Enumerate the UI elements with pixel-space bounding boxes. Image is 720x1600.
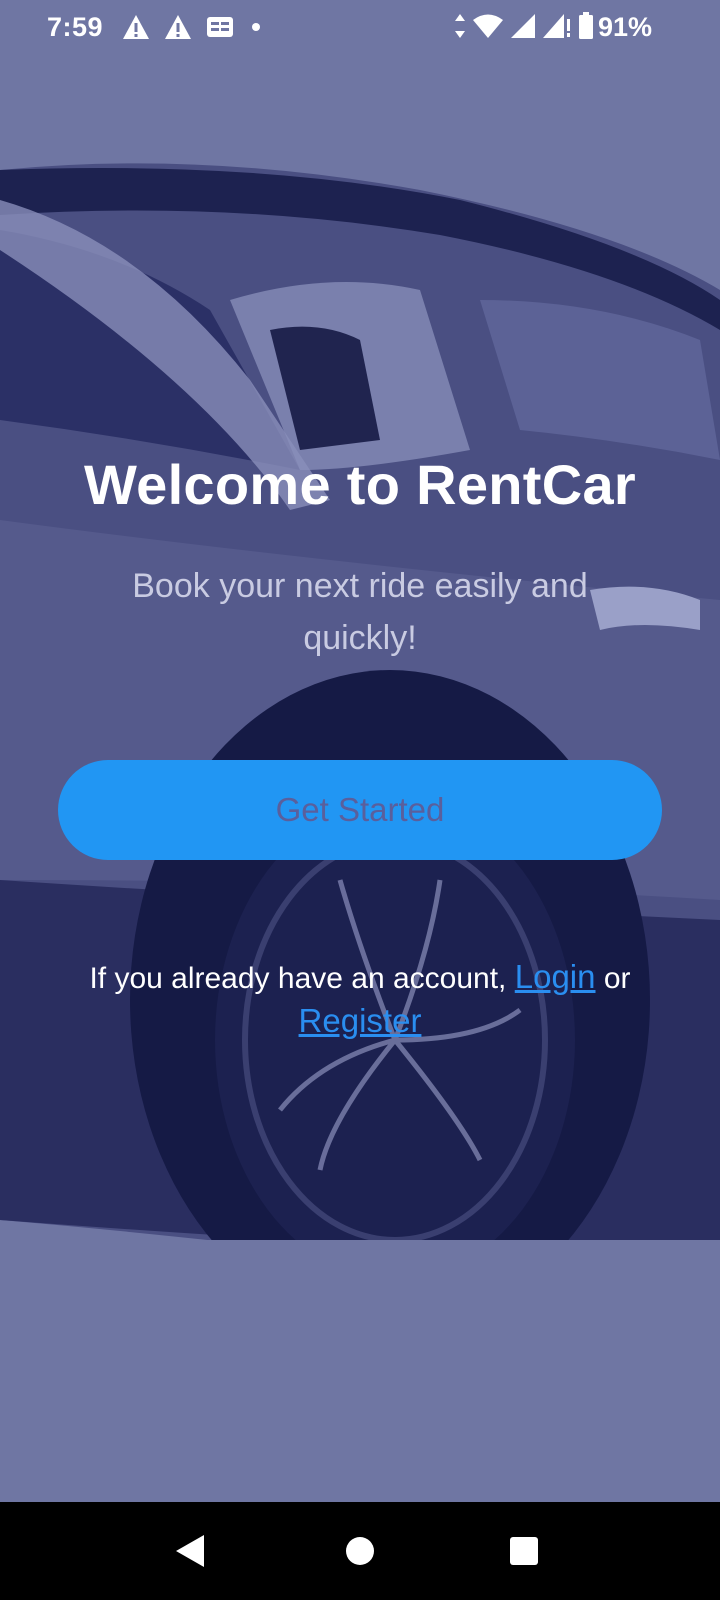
- status-bar: 7:59 91%: [0, 0, 720, 56]
- status-system-icons: [454, 12, 594, 40]
- recents-icon: [510, 1537, 538, 1565]
- dot-icon: [252, 23, 260, 31]
- welcome-subtitle: Book your next ride easily and quickly!: [132, 567, 588, 657]
- home-icon: [346, 1537, 374, 1565]
- navigation-bar: [0, 1502, 720, 1600]
- status-notification-icons: [122, 14, 264, 40]
- recents-button[interactable]: [494, 1502, 554, 1600]
- get-started-button[interactable]: Get Started: [58, 760, 662, 860]
- warning-icon: [123, 15, 149, 39]
- back-button[interactable]: [160, 1502, 220, 1600]
- screen: 7:59 91% Welcome to RentCar Book your ne…: [0, 0, 720, 1600]
- account-prompt: If you already have an account, Login or…: [40, 956, 680, 1044]
- status-time: 7:59: [47, 12, 104, 42]
- signal-icon: [543, 14, 570, 38]
- home-button[interactable]: [330, 1502, 390, 1600]
- car-background-image: [0, 0, 720, 1510]
- wifi-icon: [473, 14, 503, 38]
- signal-icon: [511, 14, 535, 38]
- welcome-title: Welcome to RentCar: [83, 453, 637, 516]
- account-prompt-text: If you already have an account,: [89, 962, 507, 995]
- battery-icon: [579, 12, 593, 39]
- or-text: or: [603, 962, 631, 995]
- cast-icon: [207, 17, 233, 37]
- battery-percentage: 91%: [598, 12, 653, 42]
- data-arrows-icon: [455, 14, 465, 38]
- login-link[interactable]: Login: [515, 958, 596, 995]
- back-icon: [176, 1535, 204, 1567]
- register-link[interactable]: Register: [299, 1002, 422, 1039]
- warning-icon: [165, 15, 191, 39]
